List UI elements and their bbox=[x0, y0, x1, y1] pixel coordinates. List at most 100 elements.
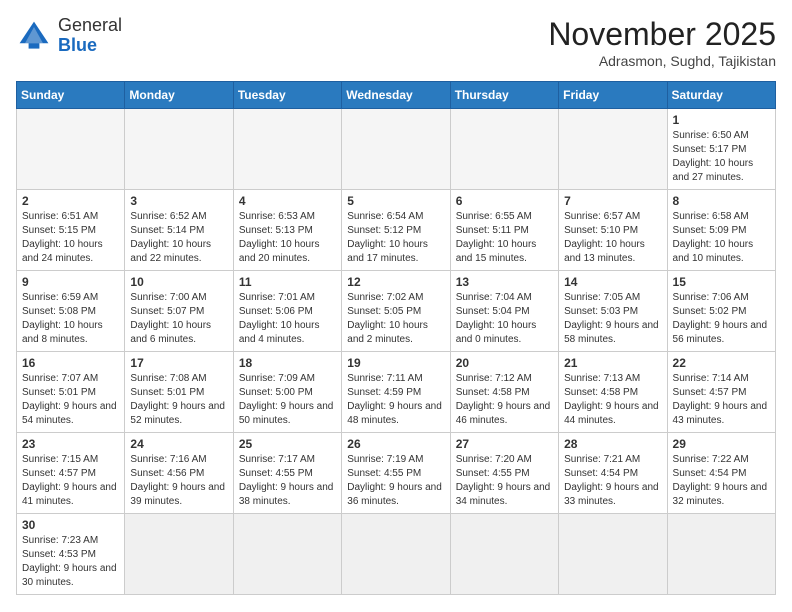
weekday-sunday: Sunday bbox=[17, 82, 125, 109]
calendar-cell: 30 Sunrise: 7:23 AM Sunset: 4:53 PM Dayli… bbox=[17, 514, 125, 595]
day-number: 3 bbox=[130, 194, 227, 208]
calendar-cell: 1Sunrise: 6:50 AM Sunset: 5:17 PM Daylig… bbox=[667, 109, 775, 190]
day-info: Sunrise: 7:22 AM Sunset: 4:54 PM Dayligh… bbox=[673, 453, 770, 509]
header: General Blue November 2025 Adrasmon, Sug… bbox=[16, 16, 776, 69]
calendar-cell: 8Sunrise: 6:58 AM Sunset: 5:09 PM Daylig… bbox=[667, 190, 775, 271]
calendar-cell: 14 Sunrise: 7:05 AM Sunset: 5:03 PM Dayli… bbox=[559, 271, 667, 352]
week-row-5: 23Sunrise: 7:15 AM Sunset: 4:57 PM Dayli… bbox=[17, 433, 776, 514]
calendar-cell: 2Sunrise: 6:51 AM Sunset: 5:15 PM Daylig… bbox=[17, 190, 125, 271]
day-info: Sunrise: 7:14 AM Sunset: 4:57 PM Dayligh… bbox=[673, 372, 770, 428]
day-info: Sunrise: 7:04 AM Sunset: 5:04 PM Dayligh… bbox=[456, 291, 553, 347]
day-info: Sunrise: 7:17 AM Sunset: 4:55 PM Dayligh… bbox=[239, 453, 336, 509]
calendar-cell: 6Sunrise: 6:55 AM Sunset: 5:11 PM Daylig… bbox=[450, 190, 558, 271]
calendar-cell: 18 Sunrise: 7:09 AM Sunset: 5:00 PM Dayli… bbox=[233, 352, 341, 433]
day-info: Sunrise: 7:08 AM Sunset: 5:01 PM Dayligh… bbox=[130, 372, 227, 428]
calendar-cell: 10 Sunrise: 7:00 AM Sunset: 5:07 PM Dayli… bbox=[125, 271, 233, 352]
day-info: Sunrise: 7:12 AM Sunset: 4:58 PM Dayligh… bbox=[456, 372, 553, 428]
day-info: Sunrise: 6:52 AM Sunset: 5:14 PM Dayligh… bbox=[130, 210, 227, 266]
day-info: Sunrise: 7:19 AM Sunset: 4:55 PM Dayligh… bbox=[347, 453, 444, 509]
calendar-cell bbox=[233, 109, 341, 190]
weekday-thursday: Thursday bbox=[450, 82, 558, 109]
weekday-wednesday: Wednesday bbox=[342, 82, 450, 109]
calendar-cell bbox=[559, 109, 667, 190]
month-title: November 2025 bbox=[548, 16, 776, 53]
weekday-header-row: SundayMondayTuesdayWednesdayThursdayFrid… bbox=[17, 82, 776, 109]
day-number: 10 bbox=[130, 275, 227, 289]
day-number: 11 bbox=[239, 275, 336, 289]
calendar-cell: 7Sunrise: 6:57 AM Sunset: 5:10 PM Daylig… bbox=[559, 190, 667, 271]
day-info: Sunrise: 6:55 AM Sunset: 5:11 PM Dayligh… bbox=[456, 210, 553, 266]
calendar-cell: 25 Sunrise: 7:17 AM Sunset: 4:55 PM Dayli… bbox=[233, 433, 341, 514]
day-number: 20 bbox=[456, 356, 553, 370]
day-info: Sunrise: 7:15 AM Sunset: 4:57 PM Dayligh… bbox=[22, 453, 119, 509]
day-info: Sunrise: 6:58 AM Sunset: 5:09 PM Dayligh… bbox=[673, 210, 770, 266]
calendar-cell: 16 Sunrise: 7:07 AM Sunset: 5:01 PM Dayli… bbox=[17, 352, 125, 433]
day-info: Sunrise: 7:13 AM Sunset: 4:58 PM Dayligh… bbox=[564, 372, 661, 428]
calendar-cell bbox=[342, 109, 450, 190]
calendar-cell: 9 Sunrise: 6:59 AM Sunset: 5:08 PM Daylig… bbox=[17, 271, 125, 352]
calendar-cell: 15 Sunrise: 7:06 AM Sunset: 5:02 PM Dayli… bbox=[667, 271, 775, 352]
calendar-cell: 19Sunrise: 7:11 AM Sunset: 4:59 PM Dayli… bbox=[342, 352, 450, 433]
day-number: 13 bbox=[456, 275, 553, 289]
day-info: Sunrise: 7:05 AM Sunset: 5:03 PM Dayligh… bbox=[564, 291, 661, 347]
calendar-cell: 24Sunrise: 7:16 AM Sunset: 4:56 PM Dayli… bbox=[125, 433, 233, 514]
calendar-cell: 12Sunrise: 7:02 AM Sunset: 5:05 PM Dayli… bbox=[342, 271, 450, 352]
calendar-cell: 13 Sunrise: 7:04 AM Sunset: 5:04 PM Dayli… bbox=[450, 271, 558, 352]
logo-text: General Blue bbox=[58, 16, 122, 56]
day-info: Sunrise: 6:59 AM Sunset: 5:08 PM Dayligh… bbox=[22, 291, 119, 347]
day-info: Sunrise: 7:09 AM Sunset: 5:00 PM Dayligh… bbox=[239, 372, 336, 428]
day-info: Sunrise: 6:54 AM Sunset: 5:12 PM Dayligh… bbox=[347, 210, 444, 266]
calendar-cell bbox=[667, 514, 775, 595]
logo: General Blue bbox=[16, 16, 122, 56]
day-number: 30 bbox=[22, 518, 119, 532]
day-info: Sunrise: 7:06 AM Sunset: 5:02 PM Dayligh… bbox=[673, 291, 770, 347]
calendar-cell: 20 Sunrise: 7:12 AM Sunset: 4:58 PM Dayli… bbox=[450, 352, 558, 433]
day-info: Sunrise: 6:53 AM Sunset: 5:13 PM Dayligh… bbox=[239, 210, 336, 266]
calendar-cell: 4Sunrise: 6:53 AM Sunset: 5:13 PM Daylig… bbox=[233, 190, 341, 271]
week-row-2: 2Sunrise: 6:51 AM Sunset: 5:15 PM Daylig… bbox=[17, 190, 776, 271]
day-number: 25 bbox=[239, 437, 336, 451]
week-row-1: 1Sunrise: 6:50 AM Sunset: 5:17 PM Daylig… bbox=[17, 109, 776, 190]
day-number: 9 bbox=[22, 275, 119, 289]
day-number: 14 bbox=[564, 275, 661, 289]
day-number: 5 bbox=[347, 194, 444, 208]
calendar-cell: 11 Sunrise: 7:01 AM Sunset: 5:06 PM Dayli… bbox=[233, 271, 341, 352]
weekday-friday: Friday bbox=[559, 82, 667, 109]
day-info: Sunrise: 7:00 AM Sunset: 5:07 PM Dayligh… bbox=[130, 291, 227, 347]
week-row-3: 9 Sunrise: 6:59 AM Sunset: 5:08 PM Daylig… bbox=[17, 271, 776, 352]
calendar-cell: 3 Sunrise: 6:52 AM Sunset: 5:14 PM Daylig… bbox=[125, 190, 233, 271]
day-number: 29 bbox=[673, 437, 770, 451]
day-number: 15 bbox=[673, 275, 770, 289]
calendar-cell: 26 Sunrise: 7:19 AM Sunset: 4:55 PM Dayli… bbox=[342, 433, 450, 514]
day-number: 21 bbox=[564, 356, 661, 370]
day-number: 17 bbox=[130, 356, 227, 370]
week-row-6: 30 Sunrise: 7:23 AM Sunset: 4:53 PM Dayli… bbox=[17, 514, 776, 595]
day-info: Sunrise: 7:01 AM Sunset: 5:06 PM Dayligh… bbox=[239, 291, 336, 347]
day-number: 1 bbox=[673, 113, 770, 127]
weekday-saturday: Saturday bbox=[667, 82, 775, 109]
calendar: SundayMondayTuesdayWednesdayThursdayFrid… bbox=[16, 81, 776, 595]
day-number: 28 bbox=[564, 437, 661, 451]
calendar-cell: 17 Sunrise: 7:08 AM Sunset: 5:01 PM Dayli… bbox=[125, 352, 233, 433]
day-info: Sunrise: 7:23 AM Sunset: 4:53 PM Dayligh… bbox=[22, 534, 119, 590]
day-number: 18 bbox=[239, 356, 336, 370]
calendar-cell: 23Sunrise: 7:15 AM Sunset: 4:57 PM Dayli… bbox=[17, 433, 125, 514]
day-number: 27 bbox=[456, 437, 553, 451]
calendar-cell: 21 Sunrise: 7:13 AM Sunset: 4:58 PM Dayli… bbox=[559, 352, 667, 433]
week-row-4: 16 Sunrise: 7:07 AM Sunset: 5:01 PM Dayli… bbox=[17, 352, 776, 433]
day-number: 16 bbox=[22, 356, 119, 370]
calendar-cell bbox=[450, 514, 558, 595]
calendar-cell: 27 Sunrise: 7:20 AM Sunset: 4:55 PM Dayli… bbox=[450, 433, 558, 514]
day-number: 22 bbox=[673, 356, 770, 370]
calendar-cell bbox=[559, 514, 667, 595]
day-number: 26 bbox=[347, 437, 444, 451]
day-info: Sunrise: 7:11 AM Sunset: 4:59 PM Dayligh… bbox=[347, 372, 444, 428]
location: Adrasmon, Sughd, Tajikistan bbox=[548, 53, 776, 69]
day-info: Sunrise: 7:20 AM Sunset: 4:55 PM Dayligh… bbox=[456, 453, 553, 509]
day-info: Sunrise: 7:07 AM Sunset: 5:01 PM Dayligh… bbox=[22, 372, 119, 428]
calendar-cell bbox=[233, 514, 341, 595]
day-number: 7 bbox=[564, 194, 661, 208]
day-info: Sunrise: 7:16 AM Sunset: 4:56 PM Dayligh… bbox=[130, 453, 227, 509]
calendar-cell: 22 Sunrise: 7:14 AM Sunset: 4:57 PM Dayli… bbox=[667, 352, 775, 433]
calendar-cell: 5 Sunrise: 6:54 AM Sunset: 5:12 PM Daylig… bbox=[342, 190, 450, 271]
